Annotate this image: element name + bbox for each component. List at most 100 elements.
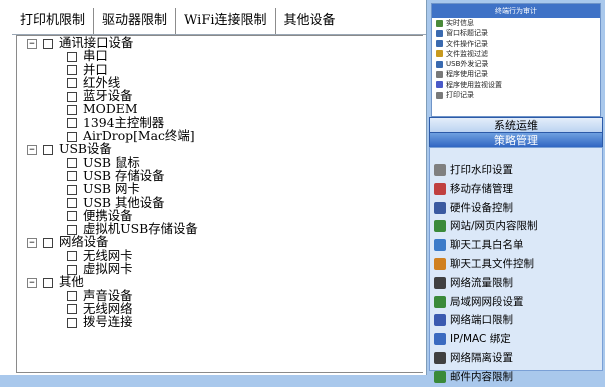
item-checkbox[interactable] — [67, 198, 77, 209]
collapse-icon[interactable]: − — [27, 237, 37, 248]
audit-item-label: 程序使用监视设置 — [446, 80, 502, 89]
printer-icon — [434, 164, 446, 176]
tree-item[interactable]: 1394主控制器 — [27, 116, 198, 129]
item-checkbox[interactable] — [67, 224, 77, 235]
storage-icon — [434, 182, 446, 195]
tree-item-label: 虚拟网卡 — [83, 261, 133, 277]
tree-group[interactable]: − 网络设备 — [27, 235, 198, 249]
tree-item[interactable]: MODEM — [27, 102, 198, 116]
policy-menu-label: 移动存储管理 — [450, 182, 513, 195]
item-checkbox[interactable] — [67, 251, 77, 262]
tree-item[interactable]: 便携设备 — [27, 209, 198, 222]
policy-menu-label: 网络流量限制 — [450, 276, 513, 289]
audit-item[interactable]: 程序使用记录 — [432, 69, 600, 79]
item-checkbox[interactable] — [67, 171, 77, 182]
tree-item[interactable]: 声音设备 — [27, 288, 198, 302]
file-icon — [436, 40, 443, 48]
collapse-icon[interactable]: − — [27, 277, 37, 288]
tree-item[interactable]: 虚拟网卡 — [27, 262, 198, 275]
tab-wifi-limit[interactable]: WiFi连接限制 — [176, 8, 276, 34]
audit-item[interactable]: 文件操作记录 — [432, 39, 600, 49]
usb-icon — [436, 60, 443, 68]
audit-box: 终端行为审计 实时信息 窗口标题记录 文件操作记录 文件监视过滤 USB外发记录 程序使用… — [431, 3, 601, 117]
audit-item[interactable]: 文件监视过滤 — [432, 49, 600, 59]
policy-menu-label: 网站/网页内容限制 — [450, 220, 538, 233]
item-checkbox[interactable] — [67, 78, 77, 89]
collapse-icon[interactable]: − — [27, 144, 37, 155]
mail-icon — [434, 370, 446, 383]
tree-item[interactable]: 蓝牙设备 — [27, 89, 198, 102]
policy-menu-item[interactable]: 聊天工具白名单 — [430, 236, 602, 255]
group-checkbox[interactable] — [43, 144, 53, 155]
audit-item[interactable]: USB外发记录 — [432, 59, 600, 69]
policy-menu-item[interactable]: 网站/网页内容限制 — [430, 217, 602, 236]
tab-printer-limit[interactable]: 打印机限制 — [12, 8, 95, 34]
audit-title: 终端行为审计 — [432, 4, 600, 18]
item-checkbox[interactable] — [67, 304, 77, 315]
program-icon — [436, 70, 443, 78]
audit-item-label: 打印记录 — [446, 91, 474, 100]
collapse-icon[interactable]: − — [27, 38, 37, 49]
tree-item[interactable]: 红外线 — [27, 76, 198, 89]
tree-item[interactable]: USB 鼠标 — [27, 156, 198, 169]
policy-menu-item[interactable]: 硬件设备控制 — [430, 199, 602, 218]
tab-bar: 打印机限制 驱动器限制 WiFi连接限制 其他设备 — [12, 6, 426, 35]
item-checkbox[interactable] — [67, 51, 77, 62]
device-tree: − 通讯接口设备 串口 并口 红外线 蓝牙设备 MODEM 1394主控制器 AirDrop[M… — [16, 35, 423, 373]
tree-item[interactable]: 串口 — [27, 49, 198, 62]
audit-item[interactable]: 实时信息 — [432, 18, 600, 28]
policy-menu-item[interactable]: 移动存储管理 — [430, 180, 602, 199]
policy-menu-label: 硬件设备控制 — [450, 201, 513, 214]
item-checkbox[interactable] — [67, 291, 77, 302]
policy-menu-item[interactable]: 网络端口限制 — [430, 311, 602, 330]
policy-menu-item[interactable]: IP/MAC 绑定 — [430, 330, 602, 349]
item-checkbox[interactable] — [67, 184, 77, 195]
tab-drive-limit[interactable]: 驱动器限制 — [94, 8, 177, 34]
policy-menu-item[interactable]: 局域网网段设置 — [430, 293, 602, 312]
item-checkbox[interactable] — [67, 91, 77, 102]
tree-group[interactable]: − 通讯接口设备 — [27, 36, 198, 49]
item-checkbox[interactable] — [67, 65, 77, 76]
policy-menu-label: 网络隔离设置 — [450, 351, 513, 364]
audit-item[interactable]: 打印记录 — [432, 90, 600, 100]
tree-item[interactable]: 并口 — [27, 62, 198, 76]
item-checkbox[interactable] — [67, 131, 77, 142]
audit-item[interactable]: 程序使用监视设置 — [432, 80, 600, 90]
policy-menu-item[interactable]: 网络流量限制 — [430, 274, 602, 293]
audit-item[interactable]: 窗口标题记录 — [432, 28, 600, 38]
tree-group[interactable]: − USB设备 — [27, 142, 198, 156]
item-checkbox[interactable] — [67, 264, 77, 275]
group-checkbox[interactable] — [43, 237, 53, 248]
hardware-icon — [434, 201, 446, 214]
isolation-icon — [434, 351, 446, 364]
item-checkbox[interactable] — [67, 211, 77, 222]
policy-menu-label: 聊天工具文件控制 — [450, 257, 534, 270]
tree-item[interactable]: AirDrop[Mac终端] — [27, 129, 198, 142]
policy-menu-item[interactable]: 邮件内容限制 — [430, 368, 602, 387]
item-checkbox[interactable] — [67, 317, 77, 328]
device-control-panel: 打印机限制 驱动器限制 WiFi连接限制 其他设备 − 通讯接口设备 串口 并口 红外线… — [0, 0, 427, 375]
tree-item[interactable]: 无线网卡 — [27, 249, 198, 262]
settings-icon — [436, 81, 443, 89]
tree-item[interactable]: USB 网卡 — [27, 182, 198, 195]
tree-item[interactable]: 无线网络 — [27, 302, 198, 315]
tree-item[interactable]: USB 其他设备 — [27, 195, 198, 209]
policy-menu-item[interactable]: 网络隔离设置 — [430, 349, 602, 368]
item-checkbox[interactable] — [67, 104, 77, 115]
right-nav-panel: 终端行为审计 实时信息 窗口标题记录 文件操作记录 文件监视过滤 USB外发记录 程序使用… — [427, 0, 605, 383]
tab-other-devices[interactable]: 其他设备 — [275, 8, 344, 34]
policy-menu-label: 局域网网段设置 — [450, 295, 524, 308]
group-checkbox[interactable] — [43, 38, 53, 49]
lan-icon — [434, 295, 446, 308]
tree-item[interactable]: USB 存储设备 — [27, 169, 198, 182]
tree-item[interactable]: 拨号连接 — [27, 315, 198, 328]
audit-item-label: 文件监视过滤 — [446, 49, 488, 58]
policy-menu-item[interactable]: 打印水印设置 — [430, 161, 602, 180]
tree-item[interactable]: 虚拟机USB存储设备 — [27, 222, 198, 235]
group-checkbox[interactable] — [43, 277, 53, 288]
item-checkbox[interactable] — [67, 158, 77, 169]
ipmac-icon — [434, 333, 446, 346]
item-checkbox[interactable] — [67, 118, 77, 129]
tree-group[interactable]: − 其他 — [27, 275, 198, 288]
policy-menu-item[interactable]: 聊天工具文件控制 — [430, 255, 602, 274]
